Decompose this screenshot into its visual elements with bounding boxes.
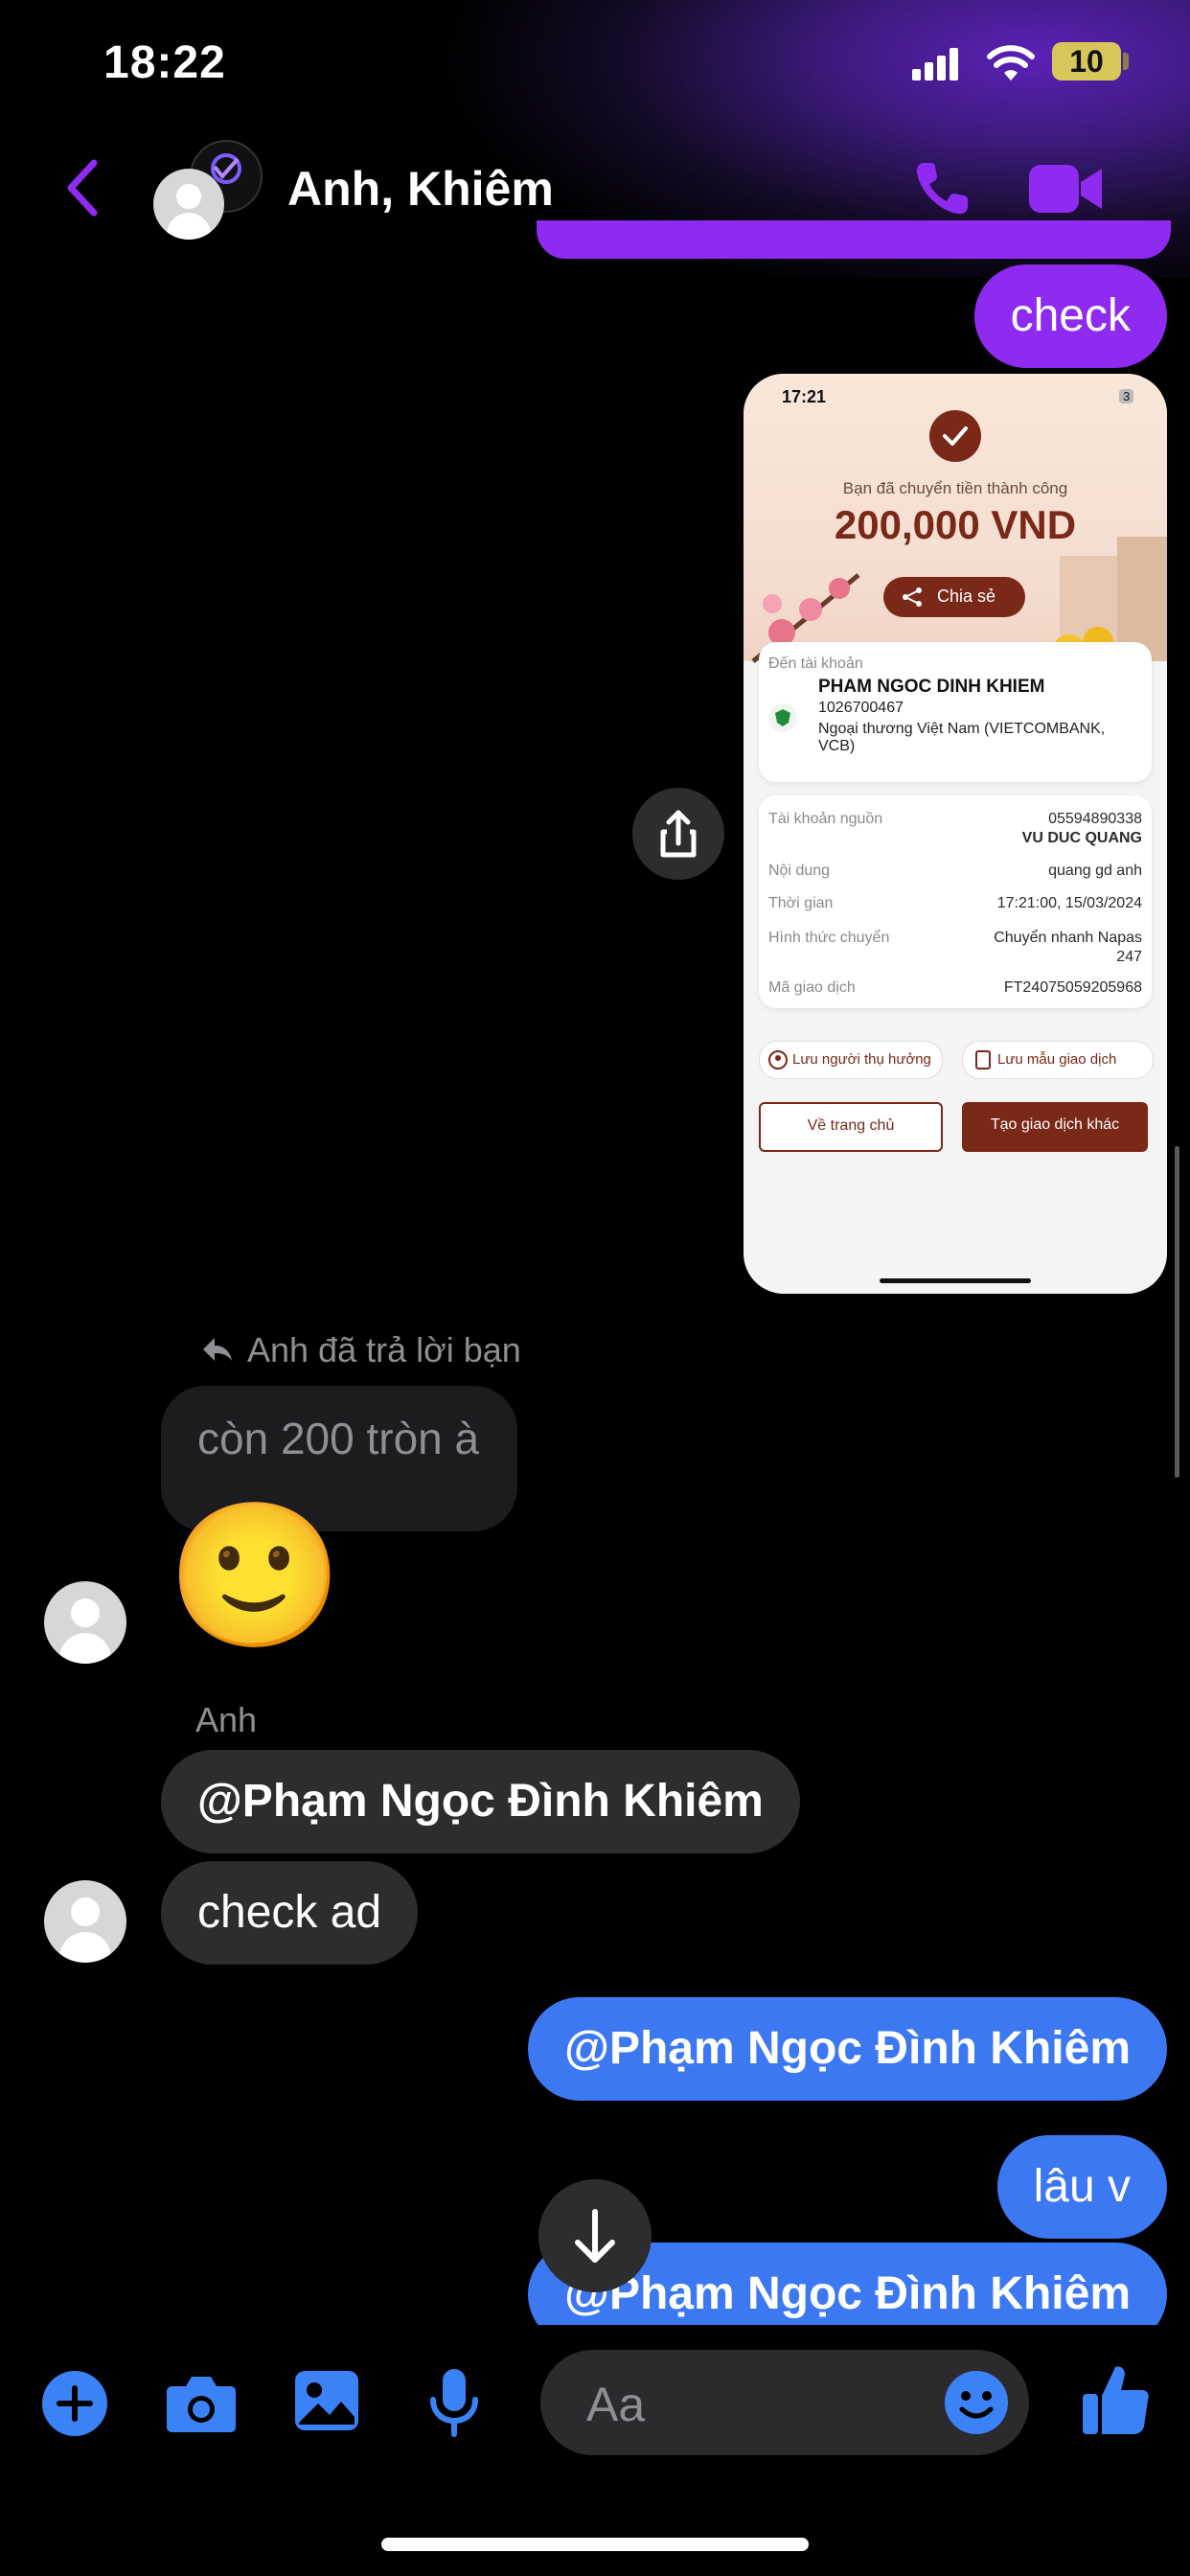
receipt-new-transaction-button: Tạo giao dịch khác — [962, 1102, 1148, 1152]
share-button[interactable] — [632, 788, 724, 880]
receipt-battery: 3 — [1119, 389, 1134, 403]
video-call-icon[interactable] — [1027, 159, 1104, 218]
add-button[interactable] — [42, 2371, 107, 2436]
bank-logo-icon — [768, 703, 797, 732]
avatar-anh-2[interactable] — [44, 1880, 126, 1963]
receipt-amount: 200,000 VND — [834, 502, 1077, 547]
arrow-down-icon — [575, 2209, 615, 2263]
receipt-share-icon — [903, 587, 922, 607]
camera-icon[interactable] — [165, 2373, 238, 2434]
save-beneficiary-chip: Lưu người thụ hưởng — [759, 1041, 943, 1079]
save-template-chip: Lưu mẫu giao dịch — [962, 1041, 1154, 1079]
document-icon — [975, 1050, 991, 1070]
gallery-icon[interactable] — [293, 2369, 360, 2432]
scrollbar[interactable] — [1175, 1146, 1179, 1478]
plus-icon — [57, 2385, 93, 2422]
group-avatar-user[interactable] — [153, 169, 224, 240]
back-icon[interactable] — [63, 157, 102, 218]
message-mention-1[interactable]: @Phạm Ngọc Đình Khiêm — [161, 1750, 800, 1853]
status-time: 18:22 — [103, 37, 226, 88]
person-icon — [768, 1050, 788, 1070]
receipt-share-button: Chia sẻ — [883, 577, 1025, 617]
home-indicator — [381, 2538, 809, 2551]
message-lau-v[interactable]: lâu v — [996, 2135, 1167, 2239]
previous-message-bubble[interactable] — [537, 220, 1171, 259]
signal-icon — [912, 48, 958, 80]
receipt-status-time: 17:21 — [782, 387, 827, 406]
sender-name: Anh — [195, 1700, 258, 1739]
wifi-icon — [987, 45, 1035, 80]
receipt-home-button: Về trang chủ — [759, 1102, 943, 1152]
microphone-icon[interactable] — [427, 2367, 481, 2438]
emoji-icon[interactable] — [943, 2369, 1010, 2436]
receipt-recipient-card: Đến tài khoản PHAM NGOC DINH KHIEM 10267… — [759, 642, 1152, 782]
reply-note: Anh đã trả lời bạn — [247, 1330, 521, 1369]
message-mention-2[interactable]: @Phạm Ngọc Đình Khiêm — [528, 1997, 1167, 2101]
message-input-placeholder: Aa — [586, 2378, 646, 2431]
share-icon — [660, 810, 697, 858]
receipt-success-icon — [929, 410, 981, 462]
message-check[interactable]: check — [973, 264, 1167, 368]
reply-icon — [203, 1338, 232, 1361]
thumbs-up-icon[interactable] — [1081, 2363, 1150, 2436]
scroll-to-bottom-button[interactable] — [538, 2179, 652, 2292]
avatar-anh-1[interactable] — [44, 1581, 126, 1664]
phone-icon[interactable] — [910, 157, 973, 220]
slightly-smiling-emoji[interactable]: 🙂 — [167, 1495, 343, 1658]
message-check-ad[interactable]: check ad — [161, 1861, 419, 1965]
battery-tip — [1123, 53, 1129, 70]
receipt-headline: Bạn đã chuyển tiền thành công — [842, 479, 1068, 497]
receipt-home-indicator — [880, 1278, 1031, 1283]
conversation-title[interactable]: Anh, Khiêm — [287, 161, 554, 217]
receipt-details-card: Tài khoản nguồn 05594890338 VU DUC QUANG… — [759, 795, 1152, 1008]
receipt-image-message[interactable]: 17:21 3 Bạn đã chuyển tiền thành công 20… — [744, 374, 1167, 1294]
battery-indicator: 10 — [1052, 42, 1121, 80]
